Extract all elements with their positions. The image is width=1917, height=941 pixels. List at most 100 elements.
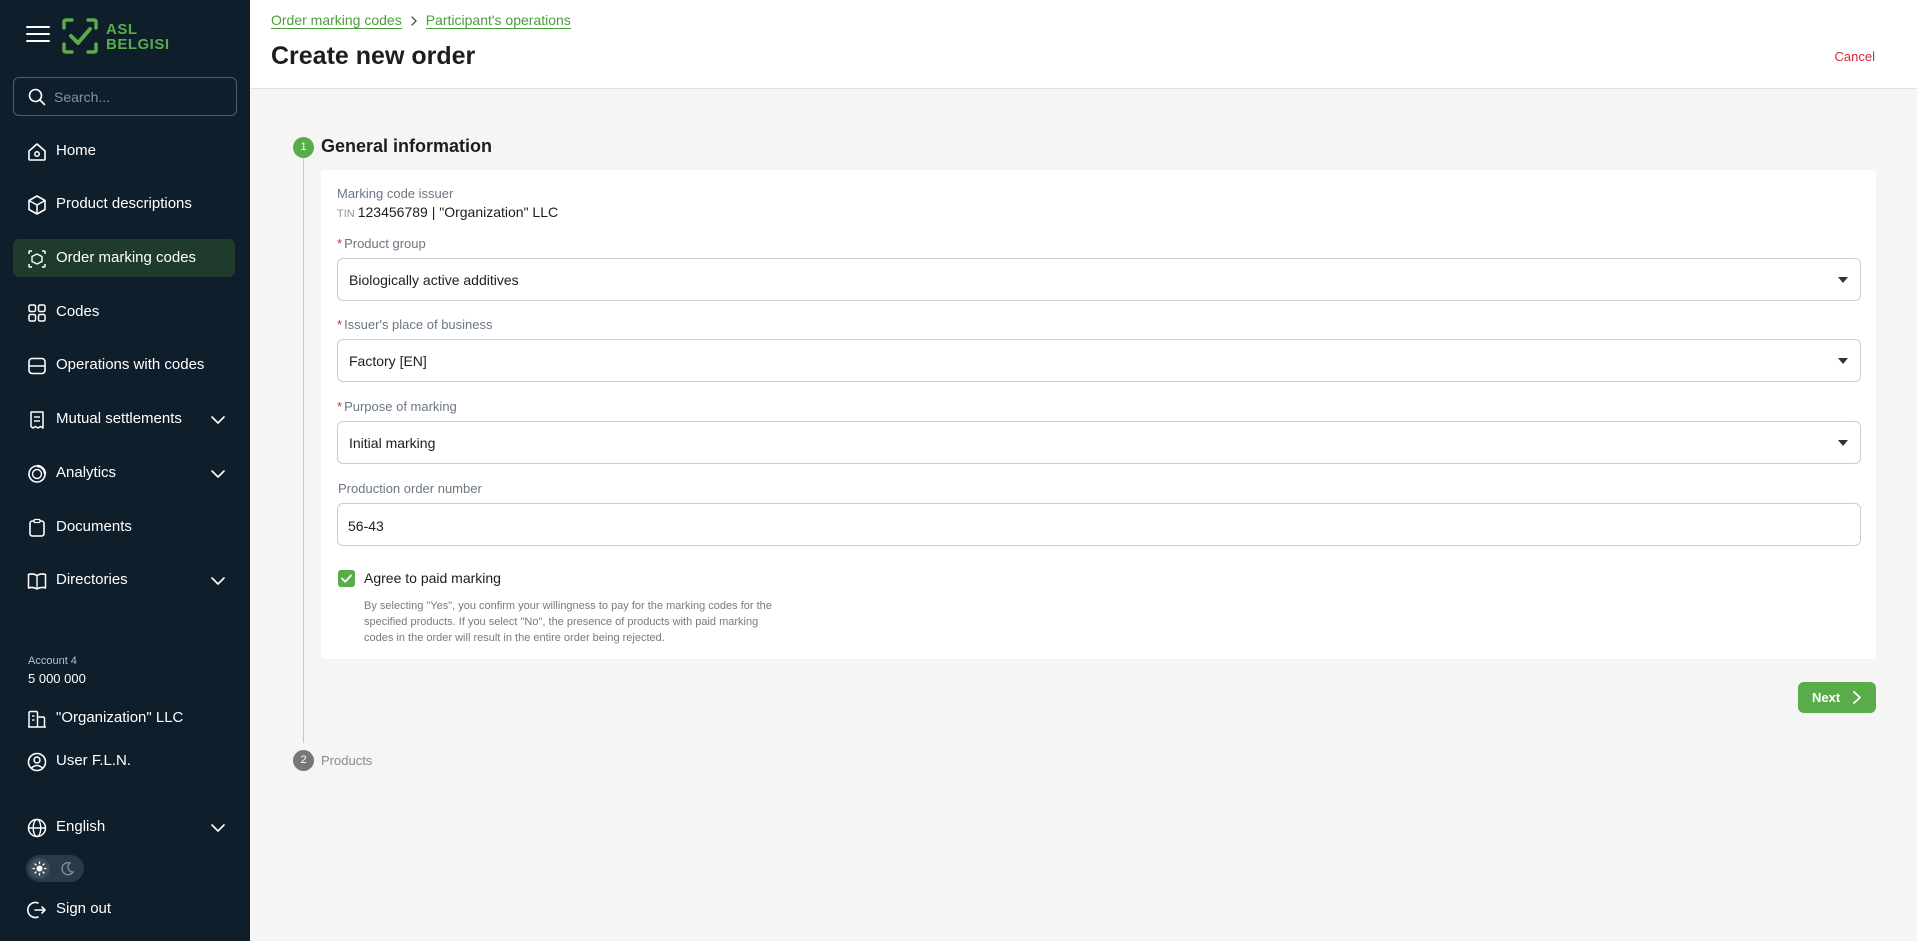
step-2-title[interactable]: Products (321, 753, 372, 768)
globe-icon (27, 818, 47, 838)
building-icon (28, 710, 46, 728)
required-mark: * (337, 399, 343, 414)
user-name: User F.L.N. (56, 752, 132, 769)
product-group-label: * Product group (337, 236, 426, 251)
sidebar-item-label: Product descriptions (56, 195, 192, 212)
logo-icon (62, 18, 98, 54)
sidebar-item-label: Directories (56, 571, 128, 588)
menu-icon[interactable] (26, 26, 50, 46)
breadcrumb-link-order-marking-codes[interactable]: Order marking codes (271, 12, 402, 29)
next-button[interactable]: Next (1798, 682, 1876, 713)
sidebar-item-label: Operations with codes (56, 356, 205, 373)
breadcrumb: Order marking codes Participant's operat… (271, 12, 571, 29)
search-icon (28, 88, 46, 106)
chevron-down-icon (211, 824, 225, 832)
account-balance: 5 000 000 (28, 671, 86, 686)
page-header: Order marking codes Participant's operat… (250, 0, 1917, 89)
light-theme-option[interactable] (29, 858, 50, 879)
next-button-label: Next (1812, 690, 1841, 705)
check-icon (341, 574, 352, 583)
moon-icon[interactable] (59, 860, 76, 877)
sidebar-item-label: Codes (56, 303, 100, 320)
logo-text-line1: ASL (106, 21, 138, 38)
sidebar-item-organization[interactable]: "Organization" LLC (13, 699, 235, 737)
sidebar-item-home[interactable]: Home (13, 132, 235, 170)
sidebar-item-user[interactable]: User F.L.N. (13, 742, 235, 780)
page-title: Create new order (271, 42, 476, 70)
product-group-select[interactable]: Biologically active additives (337, 258, 1861, 301)
purpose-of-marking-value: Initial marking (349, 435, 436, 451)
sidebar-item-label: Home (56, 142, 97, 159)
purpose-of-marking-label: * Purpose of marking (337, 399, 457, 414)
search-box (13, 77, 237, 116)
chart-icon (28, 464, 47, 483)
place-of-business-select[interactable]: Factory [EN] (337, 339, 1861, 382)
language-selector[interactable]: English (13, 808, 235, 846)
home-icon (28, 143, 46, 161)
chevron-down-icon (211, 577, 225, 585)
sidebar-item-mutual-settlements[interactable]: Mutual settlements (13, 400, 235, 438)
sidebar-item-codes[interactable]: Codes (13, 293, 235, 331)
sidebar-header: ASL BELGISI (0, 0, 250, 72)
production-order-number-input[interactable] (348, 516, 1838, 536)
cancel-button[interactable]: Cancel (1835, 49, 1875, 64)
caret-down-icon (1838, 440, 1848, 446)
receipt-icon (30, 411, 44, 429)
sign-out-label: Sign out (56, 900, 112, 917)
required-mark: * (337, 317, 343, 332)
sign-out-button[interactable]: Sign out (13, 890, 235, 928)
user-icon (27, 752, 47, 772)
sidebar: ASL BELGISI Home Product descriptions (0, 0, 250, 941)
sidebar-item-order-marking-codes[interactable]: Order marking codes (13, 239, 235, 277)
place-of-business-label: * Issuer's place of business (337, 317, 493, 332)
box-icon (28, 195, 46, 215)
server-icon (28, 357, 46, 375)
breadcrumb-link-participants-operations[interactable]: Participant's operations (425, 12, 571, 29)
purpose-of-marking-select[interactable]: Initial marking (337, 421, 1861, 464)
paid-marking-checkbox[interactable] (338, 570, 355, 587)
sidebar-item-label: Mutual settlements (56, 410, 182, 427)
chevron-down-icon (211, 416, 225, 424)
production-order-number-field (337, 503, 1861, 546)
general-information-card: Marking code issuer TIN 123456789 | "Orga… (321, 170, 1876, 659)
box-code-icon (28, 250, 46, 268)
chevron-right-icon (411, 15, 417, 26)
purpose-of-marking-label-text: Purpose of marking (344, 399, 457, 414)
logo[interactable]: ASL BELGISI (60, 16, 170, 58)
step-2-badge: 2 (293, 750, 314, 771)
organization-name: "Organization" LLC (56, 709, 184, 726)
stepper-line (303, 158, 304, 743)
place-of-business-label-text: Issuer's place of business (344, 317, 493, 332)
step-1-title: General information (321, 136, 493, 156)
book-icon (27, 573, 47, 590)
issuer-tin-value: 123456789 | "Organization" LLC (357, 204, 559, 220)
search-input[interactable] (54, 87, 224, 107)
sun-icon (32, 861, 47, 876)
language-label: English (56, 818, 106, 835)
sign-out-icon (27, 901, 46, 919)
issuer-value: TIN 123456789 | "Organization" LLC (337, 204, 558, 220)
qr-code-icon (28, 304, 46, 322)
caret-down-icon (1838, 277, 1848, 283)
production-order-number-label: Production order number (338, 481, 482, 496)
sidebar-item-label: Documents (56, 518, 132, 535)
step-1-badge: 1 (293, 137, 314, 158)
sidebar-item-documents[interactable]: Documents (13, 508, 235, 546)
sidebar-item-analytics[interactable]: Analytics (13, 454, 235, 492)
logo-text: ASL BELGISI (106, 22, 170, 52)
issuer-label: Marking code issuer (337, 186, 454, 201)
required-mark: * (337, 236, 343, 251)
sidebar-item-directories[interactable]: Directories (13, 561, 235, 599)
sidebar-item-label: Order marking codes (56, 249, 197, 266)
paid-marking-label[interactable]: Agree to paid marking (364, 570, 501, 586)
product-group-value: Biologically active additives (349, 272, 519, 288)
logo-text-line2: BELGISI (106, 36, 170, 53)
paid-marking-hint: By selecting "Yes", you confirm your wil… (364, 600, 772, 644)
product-group-label-text: Product group (344, 236, 426, 251)
sidebar-item-product-descriptions[interactable]: Product descriptions (13, 185, 235, 223)
theme-toggle[interactable] (26, 855, 84, 882)
caret-down-icon (1838, 358, 1848, 364)
sidebar-item-operations-with-codes[interactable]: Operations with codes (13, 346, 235, 384)
tin-label: TIN (337, 208, 355, 220)
account-label: Account 4 (28, 655, 77, 667)
